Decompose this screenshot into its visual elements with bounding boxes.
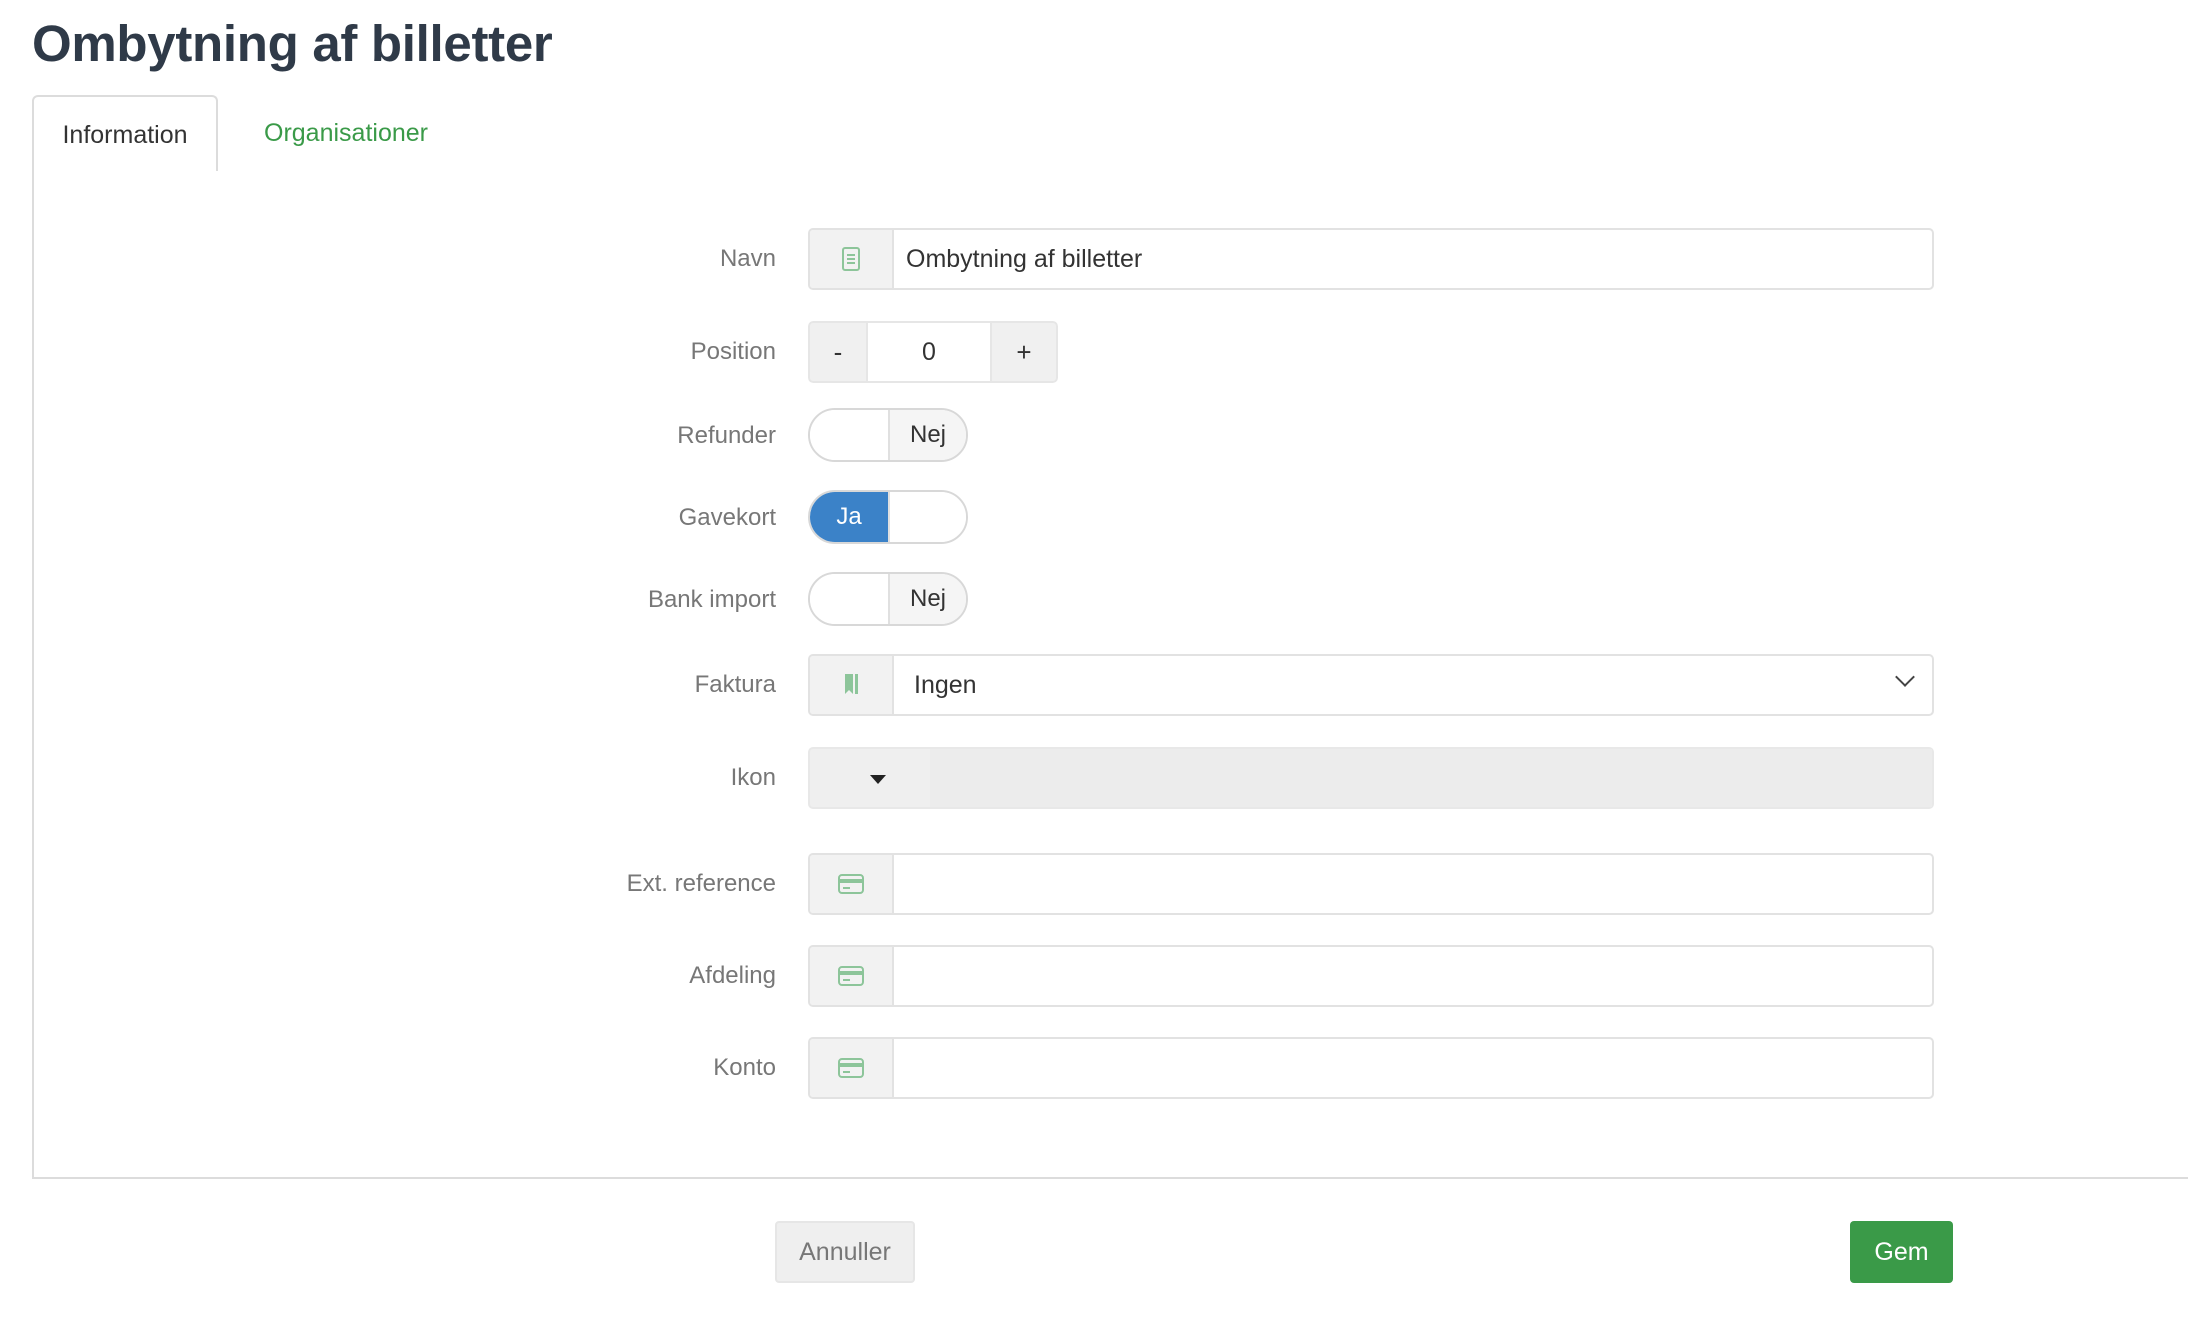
refunder-toggle[interactable]: Nej	[808, 408, 968, 462]
chevron-down-icon	[1895, 667, 1915, 687]
bookmark-icon	[810, 656, 894, 714]
navn-label: Navn	[719, 245, 776, 272]
credit-card-icon	[810, 855, 894, 913]
tab-bar: Information Organisationer	[32, 95, 2188, 175]
faktura-selected: Ingen	[914, 671, 977, 699]
cancel-button[interactable]: Annuller	[775, 1221, 915, 1283]
toggle-handle	[888, 492, 966, 542]
refunder-label: Refunder	[677, 422, 776, 449]
position-label: Position	[690, 338, 776, 365]
position-stepper[interactable]: - 0 +	[808, 321, 1058, 383]
konto-field[interactable]	[808, 1037, 1934, 1099]
gavekort-toggle[interactable]: Ja	[808, 490, 968, 544]
ikon-picker[interactable]	[808, 747, 1934, 809]
bank-import-state: Nej	[888, 574, 966, 624]
form-panel: Navn Ombytning af billetter Position - 0…	[32, 171, 2188, 1179]
tab-information[interactable]: Information	[32, 95, 218, 175]
gavekort-state: Ja	[810, 492, 888, 542]
faktura-value[interactable]: Ingen	[894, 656, 1932, 714]
navn-field[interactable]: Ombytning af billetter	[808, 228, 1934, 290]
ikon-picker-area	[930, 749, 1932, 807]
toggle-handle	[810, 574, 888, 624]
afdeling-field[interactable]	[808, 945, 1934, 1007]
toggle-handle	[810, 410, 888, 460]
konto-input[interactable]	[894, 1039, 1932, 1097]
gavekort-label: Gavekort	[678, 504, 776, 531]
faktura-select[interactable]: Ingen	[808, 654, 1934, 716]
ikon-label: Ikon	[730, 764, 776, 791]
konto-label: Konto	[713, 1054, 776, 1081]
faktura-label: Faktura	[694, 671, 776, 698]
save-button[interactable]: Gem	[1850, 1221, 1953, 1283]
decrement-button[interactable]: -	[808, 321, 868, 383]
ext-reference-field[interactable]	[808, 853, 1934, 915]
page-title: Ombytning af billetter	[32, 15, 553, 72]
refunder-state: Nej	[888, 410, 966, 460]
afdeling-input[interactable]	[894, 947, 1932, 1005]
caret-down-icon[interactable]	[870, 775, 886, 784]
navn-input[interactable]: Ombytning af billetter	[894, 230, 1932, 288]
document-icon	[810, 230, 894, 288]
credit-card-icon	[810, 1039, 894, 1097]
ext-reference-label: Ext. reference	[626, 870, 776, 897]
tab-organisationer[interactable]: Organisationer	[264, 95, 484, 173]
bank-import-label: Bank import	[647, 586, 776, 613]
increment-button[interactable]: +	[990, 321, 1058, 383]
credit-card-icon	[810, 947, 894, 1005]
ext-reference-input[interactable]	[894, 855, 1932, 913]
bank-import-toggle[interactable]: Nej	[808, 572, 968, 626]
afdeling-label: Afdeling	[689, 962, 776, 989]
position-input[interactable]: 0	[868, 321, 990, 383]
